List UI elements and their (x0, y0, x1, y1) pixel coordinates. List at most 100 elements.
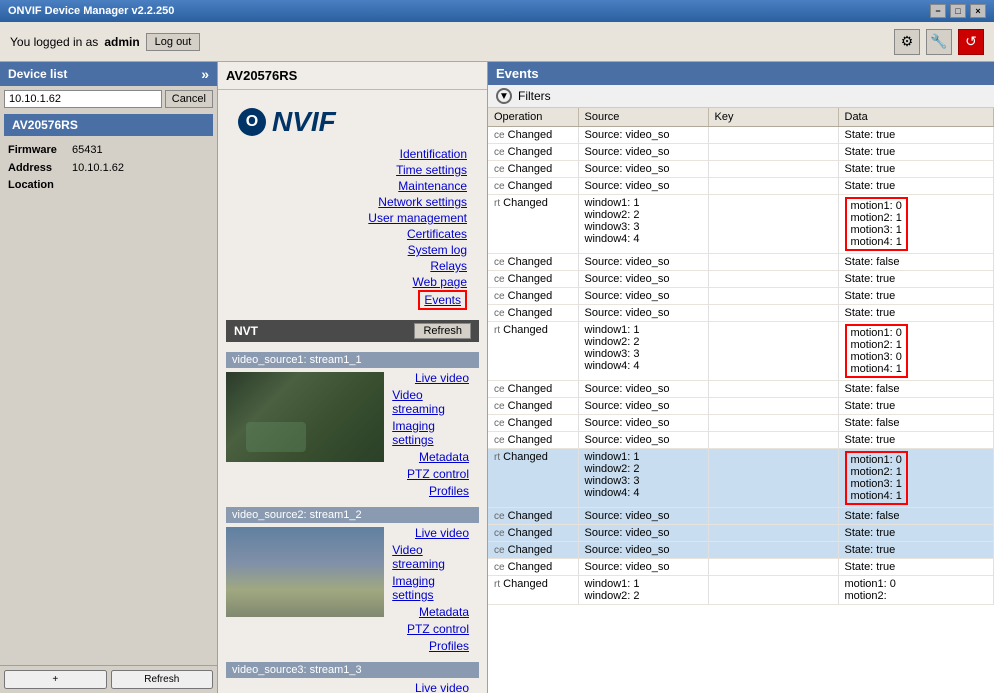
stream3-live-video[interactable]: Live video (415, 680, 469, 693)
table-row[interactable]: rt Changedwindow1: 1 window2: 2 window3:… (488, 449, 994, 508)
search-row: Cancel (0, 86, 217, 112)
cell-source: Source: video_so (578, 254, 708, 271)
refresh-device-button[interactable]: Refresh (111, 670, 214, 689)
stream1-live-video[interactable]: Live video (415, 370, 469, 386)
device-name: AV20576RS (12, 118, 78, 132)
logout-button[interactable]: Log out (146, 33, 201, 51)
app-title: ONVIF Device Manager v2.2.250 (8, 5, 174, 17)
events-table[interactable]: Operation Source Key Data ce ChangedSour… (488, 108, 994, 693)
onvif-text: NVIF (272, 106, 336, 138)
address-label: Address (8, 160, 68, 178)
camera2-image (226, 527, 384, 617)
events-panel: Events ▼ Filters Operation Source Key Da… (488, 62, 994, 693)
stream1-imaging-settings[interactable]: Imaging settings (392, 418, 469, 448)
stream2-header: video_source2: stream1_2 (226, 507, 479, 523)
table-row[interactable]: rt Changedwindow1: 1 window2: 2 window3:… (488, 322, 994, 381)
cell-operation: ce Changed (488, 542, 578, 559)
menu-network-settings[interactable]: Network settings (378, 194, 467, 210)
menu-certificates[interactable]: Certificates (407, 226, 467, 242)
settings-icon[interactable]: ⚙ (894, 29, 920, 55)
stream2-name: video_source2: stream1_2 (232, 509, 362, 521)
stream1-profiles[interactable]: Profiles (429, 483, 469, 499)
cell-operation: ce Changed (488, 398, 578, 415)
table-row[interactable]: ce ChangedSource: video_soState: true (488, 398, 994, 415)
table-row[interactable]: ce ChangedSource: video_soState: true (488, 525, 994, 542)
stream3-header: video_source3: stream1_3 (226, 662, 479, 678)
cell-key (708, 542, 838, 559)
cell-source: Source: video_so (578, 525, 708, 542)
table-row[interactable]: ce ChangedSource: video_soState: true (488, 288, 994, 305)
table-row[interactable]: ce ChangedSource: video_soState: true (488, 161, 994, 178)
table-row[interactable]: ce ChangedSource: video_soState: true (488, 178, 994, 195)
menu-maintenance[interactable]: Maintenance (398, 178, 467, 194)
add-device-button[interactable]: + (4, 670, 107, 689)
stream2-video-streaming[interactable]: Video streaming (392, 542, 469, 572)
stream1-ptz-control[interactable]: PTZ control (407, 466, 469, 482)
cell-data: State: true (838, 305, 994, 322)
col-key: Key (708, 108, 838, 127)
close-button[interactable]: × (970, 4, 986, 18)
table-row[interactable]: ce ChangedSource: video_soState: true (488, 144, 994, 161)
nvt-refresh-button[interactable]: Refresh (414, 323, 471, 339)
table-row[interactable]: ce ChangedSource: video_soState: true (488, 559, 994, 576)
cancel-search-button[interactable]: Cancel (165, 90, 213, 108)
filter-toggle-button[interactable]: ▼ (496, 88, 512, 104)
device-item[interactable]: AV20576RS (4, 114, 213, 136)
table-row[interactable]: ce ChangedSource: video_soState: false (488, 381, 994, 398)
collapse-button[interactable]: » (201, 66, 209, 82)
cell-data: motion1: 0 motion2: 1 motion3: 0 motion4… (838, 322, 994, 381)
stream1-metadata[interactable]: Metadata (419, 449, 469, 465)
refresh-icon[interactable]: ↺ (958, 29, 984, 55)
table-row[interactable]: ce ChangedSource: video_soState: true (488, 127, 994, 144)
table-row[interactable]: rt Changedwindow1: 1 window2: 2 window3:… (488, 195, 994, 254)
stream2-profiles[interactable]: Profiles (429, 638, 469, 654)
cell-data: State: true (838, 398, 994, 415)
nvt-header: NVT Refresh (226, 320, 479, 342)
stream2-metadata[interactable]: Metadata (419, 604, 469, 620)
cell-source: Source: video_so (578, 415, 708, 432)
cell-data: State: true (838, 559, 994, 576)
filters-label: Filters (518, 89, 551, 103)
tools-icon[interactable]: 🔧 (926, 29, 952, 55)
search-input[interactable] (4, 90, 162, 108)
stream1-thumbnail (226, 372, 384, 462)
menu-user-management[interactable]: User management (368, 210, 467, 226)
device-panel: Device list » Cancel AV20576RS Firmware … (0, 62, 218, 693)
table-row[interactable]: ce ChangedSource: video_soState: true (488, 305, 994, 322)
table-row[interactable]: ce ChangedSource: video_soState: true (488, 542, 994, 559)
cell-data: State: true (838, 542, 994, 559)
menu-web-page[interactable]: Web page (413, 274, 468, 290)
menu-time-settings[interactable]: Time settings (396, 162, 467, 178)
stream2-ptz-control[interactable]: PTZ control (407, 621, 469, 637)
cell-key (708, 322, 838, 381)
menu-events[interactable]: Events (418, 290, 467, 310)
middle-header: AV20576RS (218, 62, 487, 90)
minimize-button[interactable]: − (930, 4, 946, 18)
events-header: Events (488, 62, 994, 85)
table-row[interactable]: ce ChangedSource: video_soState: false (488, 415, 994, 432)
cell-operation: ce Changed (488, 288, 578, 305)
table-row[interactable]: ce ChangedSource: video_soState: false (488, 508, 994, 525)
cell-operation: ce Changed (488, 415, 578, 432)
cell-key (708, 576, 838, 605)
maximize-button[interactable]: □ (950, 4, 966, 18)
menu-relays[interactable]: Relays (430, 258, 467, 274)
stream2-imaging-settings[interactable]: Imaging settings (392, 573, 469, 603)
table-row[interactable]: ce ChangedSource: video_soState: true (488, 271, 994, 288)
menu-system-log[interactable]: System log (408, 242, 467, 258)
table-row[interactable]: ce ChangedSource: video_soState: false (488, 254, 994, 271)
cell-data: State: true (838, 127, 994, 144)
cell-key (708, 508, 838, 525)
cell-key (708, 178, 838, 195)
location-label: Location (8, 177, 68, 195)
stream2-live-video[interactable]: Live video (415, 525, 469, 541)
cell-operation: ce Changed (488, 254, 578, 271)
window-controls: − □ × (930, 4, 986, 18)
cell-operation: rt Changed (488, 576, 578, 605)
filters-row: ▼ Filters (488, 85, 994, 108)
cell-key (708, 398, 838, 415)
menu-identification[interactable]: Identification (400, 146, 467, 162)
table-row[interactable]: ce ChangedSource: video_soState: true (488, 432, 994, 449)
table-row[interactable]: rt Changedwindow1: 1 window2: 2motion1: … (488, 576, 994, 605)
stream1-video-streaming[interactable]: Video streaming (392, 387, 469, 417)
